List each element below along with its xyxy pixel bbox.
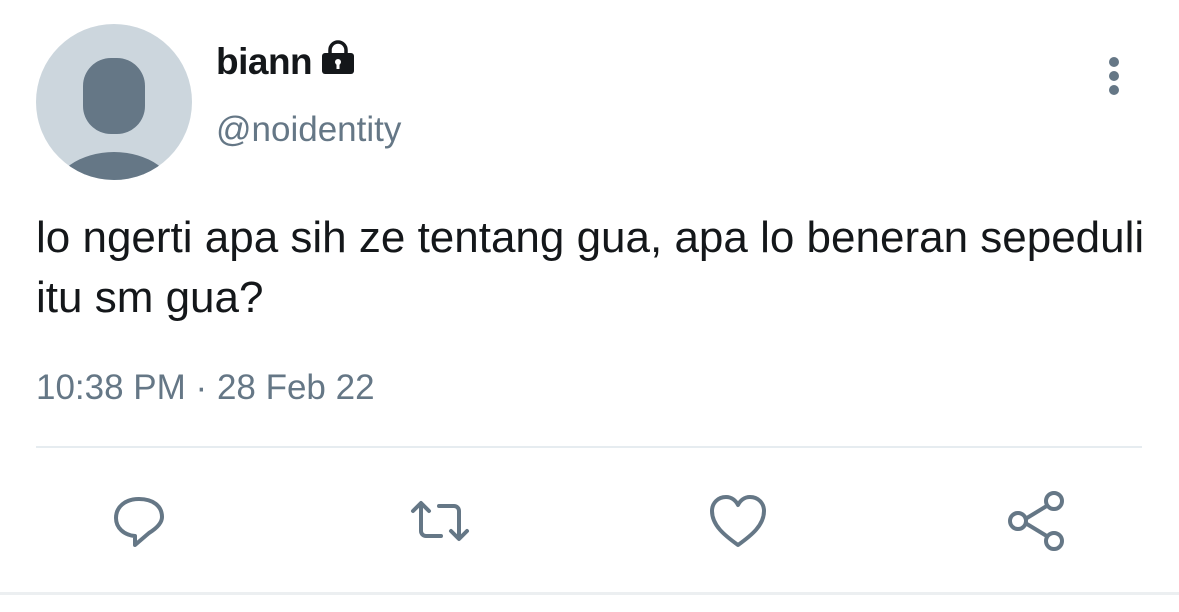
retweet-button[interactable] bbox=[405, 486, 475, 556]
tweet-meta: 10:38 PM · 28 Feb 22 bbox=[36, 368, 375, 408]
retweet-icon bbox=[411, 501, 469, 541]
display-name[interactable]: biann bbox=[216, 41, 313, 83]
bottom-divider bbox=[0, 592, 1179, 595]
share-button[interactable] bbox=[1002, 486, 1072, 556]
default-avatar-icon bbox=[56, 58, 172, 180]
divider bbox=[36, 446, 1142, 448]
reply-button[interactable] bbox=[104, 486, 174, 556]
more-vertical-icon[interactable] bbox=[1096, 52, 1132, 100]
tweet-time: 10:38 PM bbox=[36, 368, 186, 407]
avatar[interactable] bbox=[36, 24, 192, 180]
like-button[interactable] bbox=[703, 486, 773, 556]
share-icon bbox=[1008, 491, 1064, 551]
tweet-text: lo ngerti apa sih ze tentang gua, apa lo… bbox=[36, 213, 1145, 322]
user-handle[interactable]: @noidentity bbox=[216, 110, 401, 150]
reply-icon bbox=[114, 497, 164, 547]
meta-separator: · bbox=[195, 368, 208, 407]
like-icon bbox=[710, 495, 766, 547]
tweet-date: 28 Feb 22 bbox=[216, 368, 375, 407]
display-name-row[interactable]: biann bbox=[216, 40, 356, 83]
lock-icon bbox=[320, 40, 356, 83]
